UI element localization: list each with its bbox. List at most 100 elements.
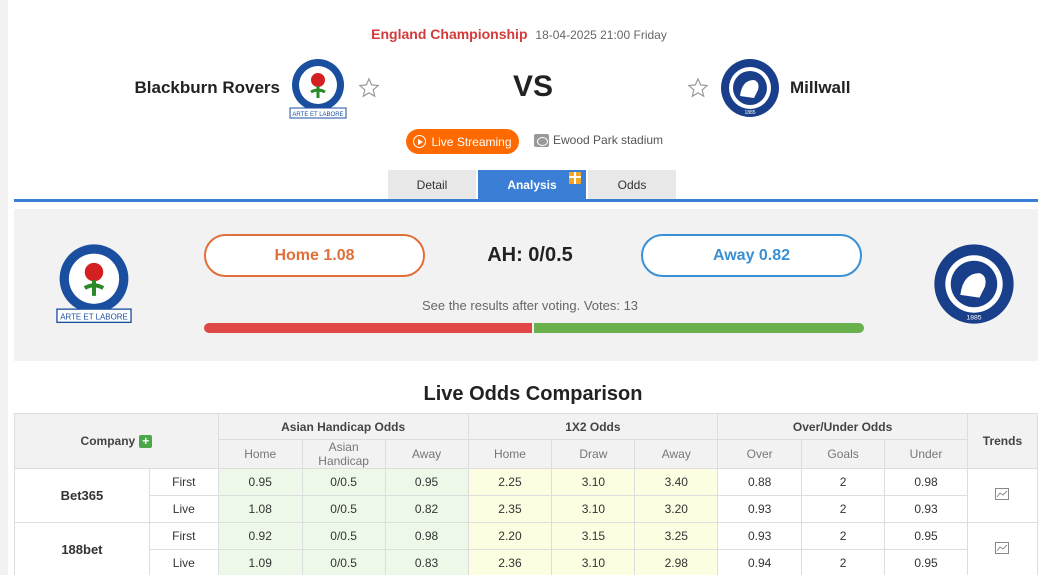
subheader: Away [634,439,719,469]
tab-odds[interactable]: Odds [588,170,678,200]
stadium-name: Ewood Park stadium [553,133,664,147]
trend-chart-icon[interactable] [995,542,1010,554]
odds-cell: 0.95 [884,522,968,550]
trend-cell[interactable] [966,522,1038,575]
away-team-crest[interactable]: 1885 [720,58,780,118]
vote-bar-home [204,323,532,333]
odds-cell: 3.20 [634,495,719,523]
odds-cell: 2.98 [634,549,719,575]
subheader: Goals [801,439,886,469]
subheader: Away [384,439,469,469]
odds-cell: 2 [801,495,886,523]
group-header-ah: Asian Handicap Odds [217,413,469,440]
odds-cell: 2 [801,549,886,575]
odds-cell: 2.36 [467,549,553,575]
odds-cell: 0.98 [884,468,968,496]
odds-cell: 3.10 [551,549,636,575]
home-team-crest[interactable]: ARTE ET LABORE [287,58,349,120]
stadium-icon [534,133,549,147]
row-type: Live [148,495,219,523]
odds-cell: 0.95 [884,549,968,575]
odds-cell: 0.82 [384,495,469,523]
league-link[interactable]: England Championship [371,26,527,42]
versus-label: VS [512,70,554,103]
page: England Championship 18-04-2025 21:00 Fr… [0,0,1038,575]
vote-away-crest: 1885 [934,244,1014,324]
row-type: First [148,468,219,496]
vote-panel [14,209,1038,361]
add-company-icon[interactable]: + [139,435,153,449]
vote-away-button[interactable]: Away 0.82 [641,234,862,277]
live-streaming-button[interactable]: Live Streaming [406,129,519,154]
odds-cell: 0.98 [384,522,469,550]
group-header-1x2: 1X2 Odds [467,413,719,440]
odds-cell: 0/0.5 [301,495,386,523]
vote-bar-away [534,323,864,333]
away-crest-year: 1885 [744,110,755,116]
play-icon [413,135,427,148]
row-type: Live [148,549,219,575]
asian-handicap-label: AH: 0/0.5 [487,244,573,266]
favorite-home-star-icon[interactable] [358,77,380,99]
vote-home-button[interactable]: Home 1.08 [204,234,425,277]
table-row: Live 1.08 0/0.5 0.82 2.35 3.10 3.20 0.93… [15,495,1038,523]
table-row: Live 1.09 0/0.5 0.83 2.36 3.10 2.98 0.94… [15,549,1038,575]
odds-cell: 2.25 [467,468,553,496]
left-gutter [0,0,8,575]
live-streaming-label: Live Streaming [431,134,512,149]
away-team-name[interactable]: Millwall [790,78,950,98]
match-datetime: 18-04-2025 21:00 Friday [535,28,667,42]
tab-detail[interactable]: Detail [388,170,478,200]
company-name[interactable]: 188bet [14,522,150,575]
group-header-ou: Over/Under Odds [717,413,968,440]
company-header-label: Company [80,433,136,448]
odds-cell: 3.25 [634,522,719,550]
table-row: Bet365 First 0.95 0/0.5 0.95 2.25 3.10 3… [14,468,1038,523]
tab-underline [14,199,1038,202]
odds-cell: 0.93 [717,495,803,523]
subheader: Asian Handicap [301,439,386,469]
vote-results-text: See the results after voting. Votes: 13 [421,298,639,313]
odds-cell: 0.94 [717,549,803,575]
odds-cell: 2 [801,522,886,550]
vote-home-crest: ARTE ET LABORE [56,244,132,324]
row-type: First [148,522,219,550]
tab-analysis-label: Analysis [507,178,557,192]
odds-cell: 0.95 [384,468,469,496]
odds-cell: 3.40 [634,468,719,496]
home-team-name[interactable]: Blackburn Rovers [120,78,281,98]
subheader: Home [217,439,303,469]
odds-cell: 0/0.5 [301,549,386,575]
table-row: 188bet First 0.92 0/0.5 0.98 2.20 3.15 3… [14,522,1038,575]
subheader: Under [884,439,968,469]
favorite-away-star-icon[interactable] [687,77,709,99]
trend-chart-icon[interactable] [995,488,1010,500]
odds-table: Company + Asian Handicap Odds 1X2 Odds Ov… [14,413,1038,575]
subheader: Draw [551,439,636,469]
subheader: Over [717,439,803,469]
odds-cell: 0.95 [217,468,303,496]
odds-cell: 2.20 [467,522,553,550]
odds-cell: 3.10 [551,468,636,496]
company-name[interactable]: Bet365 [14,468,150,523]
trend-cell[interactable] [966,468,1038,523]
odds-cell: 0.88 [717,468,803,496]
odds-cell: 0/0.5 [301,522,386,550]
match-header: England Championship 18-04-2025 21:00 Fr… [0,26,1038,42]
odds-cell: 0.93 [717,522,803,550]
vote-home-crest-motto: ARTE ET LABORE [60,313,128,322]
odds-cell: 3.10 [551,495,636,523]
tab-analysis[interactable]: Analysis [478,170,588,200]
odds-cell: 0.93 [884,495,968,523]
trends-header: Trends [966,413,1038,469]
odds-cell: 0.92 [217,522,303,550]
company-header: Company + [14,413,219,469]
gift-icon [569,172,581,184]
odds-cell: 2.35 [467,495,553,523]
vote-away-crest-year: 1885 [966,315,981,322]
odds-cell: 2 [801,468,886,496]
tab-bar: Detail Analysis Odds [388,170,678,200]
subheader: Home [467,439,553,469]
stadium-info: Ewood Park stadium [534,133,663,147]
odds-cell: 0/0.5 [301,468,386,496]
